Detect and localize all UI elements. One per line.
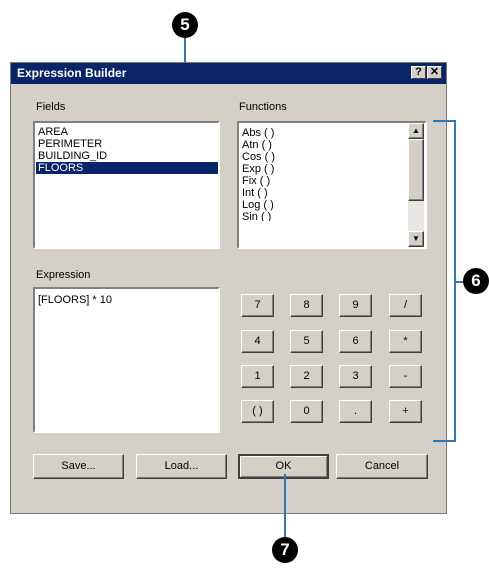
key-decimal[interactable]: . (339, 400, 372, 423)
callout-7: 7 (272, 537, 298, 563)
expression-label: Expression (36, 269, 91, 281)
fields-list[interactable]: AREA PERIMETER BUILDING_ID FLOORS (33, 121, 220, 249)
key-3[interactable]: 3 (339, 365, 372, 388)
callout-6-bracket-top (433, 120, 456, 122)
function-item-int[interactable]: Int ( ) (242, 187, 268, 199)
expression-textarea[interactable]: [FLOORS] * 10 (33, 287, 220, 433)
field-item-perimeter[interactable]: PERIMETER (38, 138, 102, 150)
help-button[interactable]: ? (411, 66, 426, 79)
title-bar[interactable]: Expression Builder ? ✕ (11, 63, 446, 84)
key-5[interactable]: 5 (290, 330, 323, 353)
function-item-sin[interactable]: Sin ( ) (242, 211, 271, 221)
save-button[interactable]: Save... (33, 454, 124, 479)
functions-list[interactable]: Abs ( ) Atn ( ) Cos ( ) Exp ( ) Fix ( ) … (237, 121, 427, 249)
callout-6: 6 (463, 268, 489, 294)
key-9[interactable]: 9 (339, 294, 372, 317)
callout-5: 5 (172, 12, 198, 38)
key-1[interactable]: 1 (241, 365, 274, 388)
function-item-abs[interactable]: Abs ( ) (242, 127, 274, 139)
function-item-exp[interactable]: Exp ( ) (242, 163, 274, 175)
function-item-fix[interactable]: Fix ( ) (242, 175, 270, 187)
key-8[interactable]: 8 (290, 294, 323, 317)
key-multiply[interactable]: * (389, 330, 422, 353)
cancel-button[interactable]: Cancel (336, 454, 428, 479)
expression-text: [FLOORS] * 10 (38, 294, 112, 306)
functions-label: Functions (239, 101, 287, 113)
function-item-cos[interactable]: Cos ( ) (242, 151, 275, 163)
functions-scrollbar[interactable]: ▲ ▼ (408, 123, 424, 247)
key-2[interactable]: 2 (290, 365, 323, 388)
scroll-up-icon[interactable]: ▲ (408, 123, 424, 139)
callout-7-leader-line (284, 474, 286, 538)
fields-label: Fields (36, 101, 66, 113)
field-item-building-id[interactable]: BUILDING_ID (38, 150, 107, 162)
calculator-keypad: 7 8 9 / 4 5 6 * 1 2 3 - ( ) 0 . + (241, 294, 431, 424)
key-6[interactable]: 6 (339, 330, 372, 353)
key-divide[interactable]: / (389, 294, 422, 317)
field-item-area[interactable]: AREA (38, 126, 68, 138)
function-item-atn[interactable]: Atn ( ) (242, 139, 272, 151)
key-plus[interactable]: + (389, 400, 422, 423)
callout-6-bracket-bottom (433, 440, 456, 442)
key-4[interactable]: 4 (241, 330, 274, 353)
field-item-floors[interactable]: FLOORS (36, 162, 218, 174)
key-7[interactable]: 7 (241, 294, 274, 317)
key-minus[interactable]: - (389, 365, 422, 388)
scroll-thumb[interactable] (408, 139, 424, 201)
function-item-log[interactable]: Log ( ) (242, 199, 274, 211)
load-button[interactable]: Load... (136, 454, 227, 479)
scroll-down-icon[interactable]: ▼ (408, 231, 424, 247)
dialog-title: Expression Builder (17, 66, 127, 80)
close-icon[interactable]: ✕ (427, 66, 442, 79)
key-0[interactable]: 0 (290, 400, 323, 423)
key-parentheses[interactable]: ( ) (241, 400, 274, 423)
expression-builder-dialog: Expression Builder ? ✕ Fields AREA PERIM… (10, 62, 447, 514)
